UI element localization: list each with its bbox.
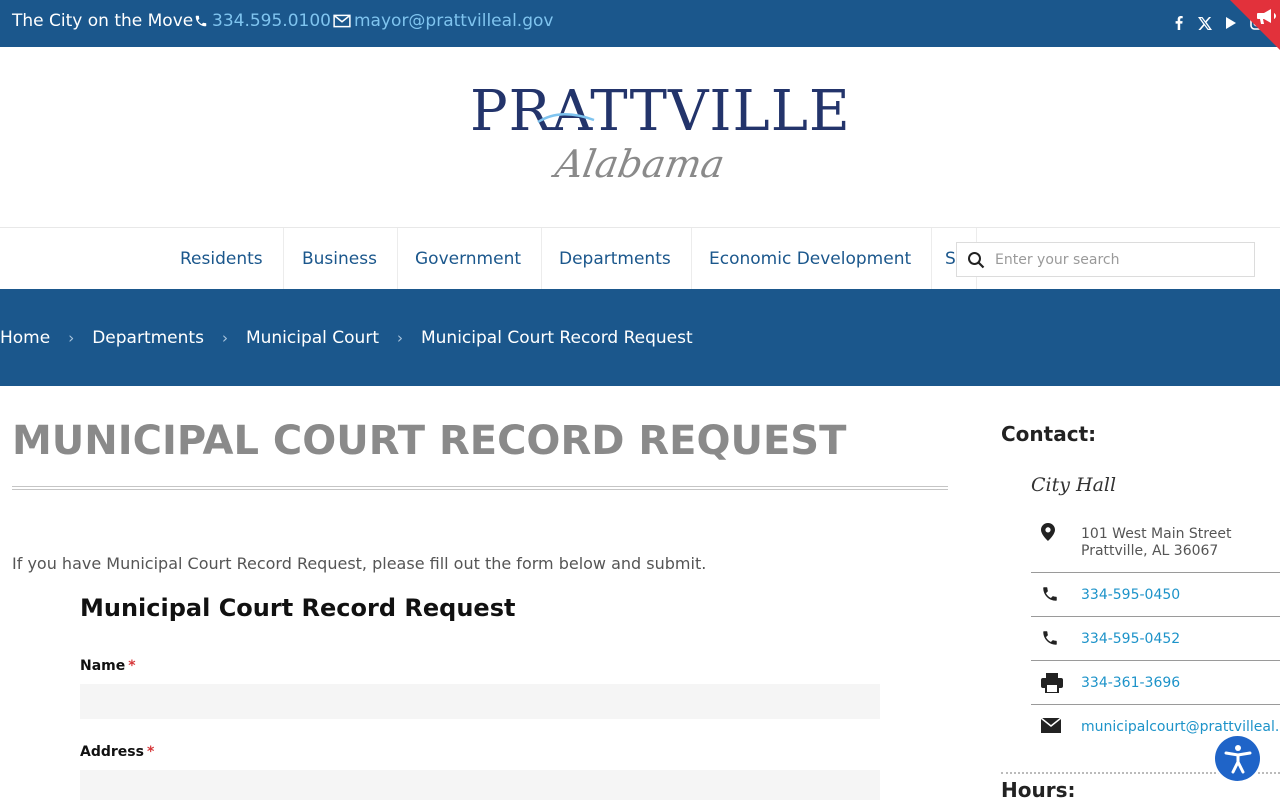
name-label-text: Name (80, 658, 126, 674)
phone-row-2: 334-595-0452 (1031, 617, 1280, 661)
address-row: 101 West Main Street Prattville, AL 3606… (1031, 515, 1280, 573)
location-name: City Hall (1031, 474, 1117, 496)
phone-icon (195, 15, 207, 27)
top-phone-text: 334.595.0100 (212, 11, 331, 31)
fax-row: 334-361-3696 (1031, 661, 1280, 705)
phone-icon (1041, 585, 1059, 603)
breadcrumb-current: Municipal Court Record Request (420, 327, 693, 348)
mail-icon (333, 14, 351, 28)
breadcrumb-bar: Home › Departments › Municipal Court › M… (0, 289, 1280, 386)
breadcrumb-separator: › (221, 328, 228, 347)
nav-departments[interactable]: Departments (539, 228, 692, 289)
site-logo[interactable]: PRATTVILLE Alabama (470, 79, 851, 192)
email-link[interactable]: municipalcourt@prattvilleal.gov (1081, 719, 1280, 735)
search-icon[interactable] (967, 251, 985, 269)
hours-heading: Hours: (1001, 778, 1076, 800)
top-email-text: mayor@prattvilleal.gov (354, 11, 554, 31)
facebook-icon[interactable] (1172, 14, 1186, 32)
accessibility-button[interactable] (1215, 736, 1260, 781)
intro-text: If you have Municipal Court Record Reque… (12, 554, 707, 573)
required-mark: * (146, 744, 155, 760)
nav-government[interactable]: Government (395, 228, 543, 289)
logo-wordmark: PRATTVILLE (470, 79, 851, 144)
title-divider (12, 486, 948, 490)
nav-economic-development[interactable]: Economic Development (689, 228, 933, 289)
megaphone-icon (1257, 9, 1276, 24)
top-bar: The City on the Move 334.595.0100 mayor@… (0, 0, 1280, 50)
breadcrumb-home[interactable]: Home (0, 328, 50, 348)
map-pin-icon (1041, 523, 1055, 541)
x-icon[interactable] (1198, 14, 1212, 32)
envelope-icon (1041, 718, 1061, 733)
breadcrumb-departments[interactable]: Departments (92, 328, 204, 348)
contact-heading: Contact: (1001, 422, 1097, 446)
address-label-text: Address (80, 744, 144, 760)
name-label: Name * (80, 658, 136, 674)
tagline: The City on the Move (12, 11, 194, 31)
address-field[interactable] (80, 770, 880, 800)
fax-icon (1041, 673, 1063, 693)
accessibility-icon (1224, 744, 1251, 773)
fax-link[interactable]: 334-361-3696 (1081, 675, 1180, 691)
name-field[interactable] (80, 684, 880, 719)
logo-swoosh (537, 113, 595, 124)
address-line1: 101 West Main Street (1081, 526, 1232, 542)
address-line2: Prattville, AL 36067 (1081, 543, 1219, 559)
breadcrumb-separator: › (396, 328, 403, 347)
address-label: Address * (80, 744, 154, 760)
required-mark: * (128, 658, 136, 674)
logo-state: Alabama (552, 142, 728, 186)
top-phone-link[interactable]: 334.595.0100 (194, 11, 331, 31)
phone-row-1: 334-595-0450 (1031, 573, 1280, 617)
search-input[interactable] (995, 251, 1235, 268)
search-box (956, 242, 1255, 277)
phone-link-1[interactable]: 334-595-0450 (1081, 587, 1180, 603)
form-title: Municipal Court Record Request (80, 594, 516, 622)
page-title: MUNICIPAL COURT RECORD REQUEST (12, 418, 847, 464)
phone-link-2[interactable]: 334-595-0452 (1081, 631, 1180, 647)
nav-residents[interactable]: Residents (160, 228, 284, 289)
top-email-link[interactable]: mayor@prattvilleal.gov (333, 11, 553, 31)
announcement-corner[interactable] (1230, 0, 1280, 50)
breadcrumb-separator: › (68, 328, 75, 347)
breadcrumb: Home › Departments › Municipal Court › M… (0, 289, 693, 386)
phone-icon (1041, 629, 1059, 647)
nav-business[interactable]: Business (282, 228, 398, 289)
breadcrumb-municipal-court[interactable]: Municipal Court (246, 328, 379, 348)
main-nav: Residents Business Government Department… (0, 227, 1280, 289)
